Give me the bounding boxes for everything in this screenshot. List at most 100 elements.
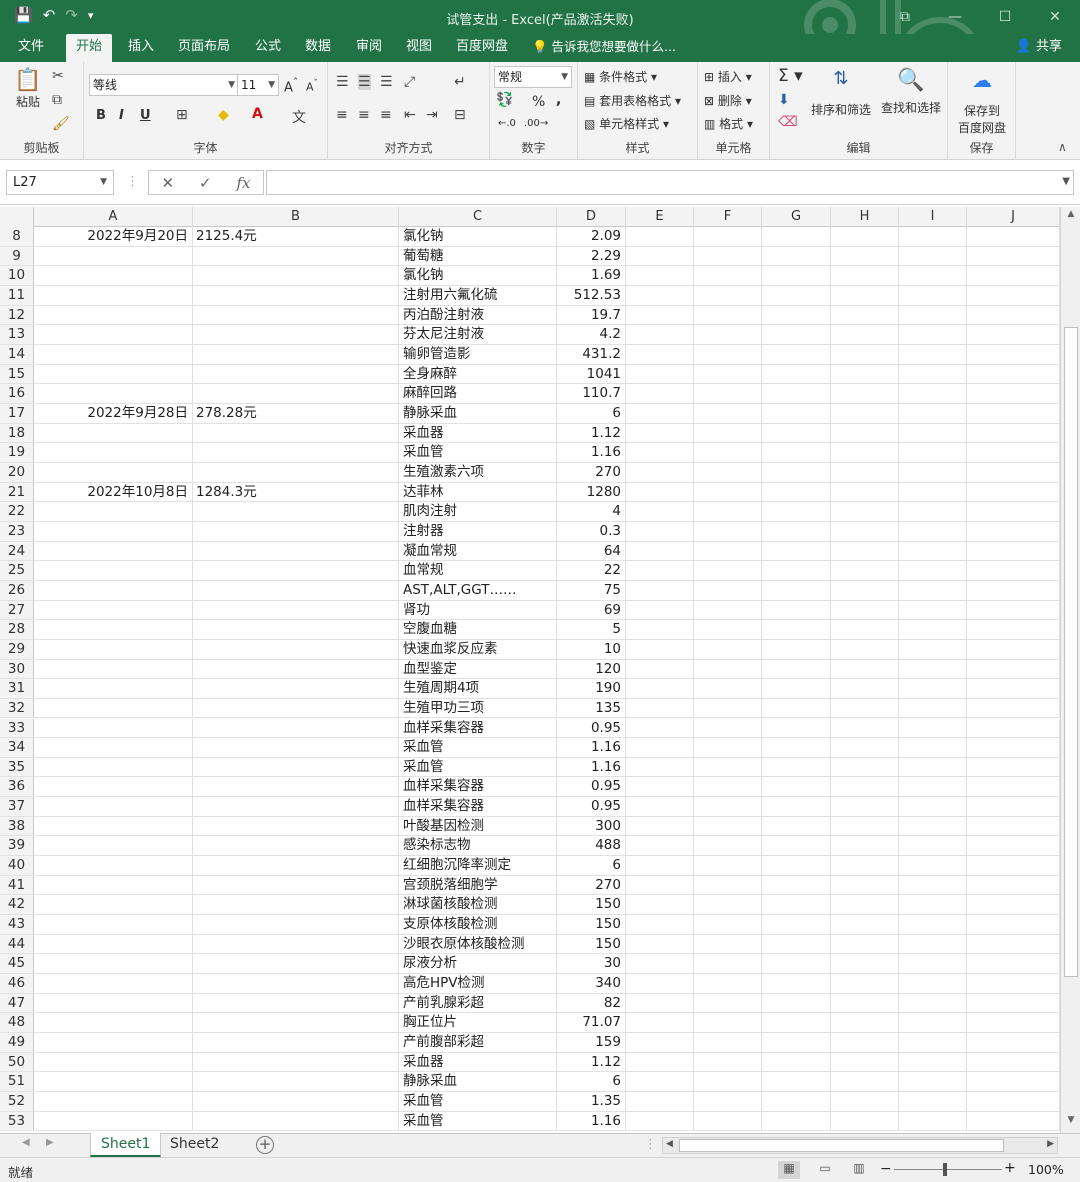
- cell-b[interactable]: [193, 954, 399, 974]
- row-header[interactable]: 53: [0, 1111, 34, 1131]
- zoom-slider-thumb[interactable]: [943, 1163, 947, 1176]
- cell-empty[interactable]: [626, 502, 694, 521]
- cell-empty[interactable]: [899, 915, 967, 934]
- cell-empty[interactable]: [899, 580, 967, 600]
- cell-empty[interactable]: [626, 757, 694, 777]
- scroll-down-icon[interactable]: ▼: [1061, 1115, 1080, 1131]
- cell-empty[interactable]: [762, 974, 831, 993]
- cell-empty[interactable]: [831, 1052, 899, 1072]
- cell-empty[interactable]: [626, 1033, 694, 1052]
- cell-empty[interactable]: [626, 856, 694, 875]
- cell-empty[interactable]: [626, 738, 694, 757]
- cell-a[interactable]: [34, 344, 193, 364]
- cell-empty[interactable]: [694, 934, 762, 954]
- column-header-c[interactable]: C: [399, 207, 557, 227]
- cell-empty[interactable]: [762, 285, 831, 305]
- cell-d[interactable]: 150: [557, 934, 626, 954]
- cell-b[interactable]: [193, 1033, 399, 1052]
- cell-empty[interactable]: [694, 1111, 762, 1131]
- number-format-select[interactable]: 常规 ▼: [494, 66, 572, 88]
- cell-c[interactable]: 生殖甲功三项: [399, 698, 557, 718]
- cell-c[interactable]: 葡萄糖: [399, 246, 557, 266]
- column-header-a[interactable]: A: [34, 207, 193, 227]
- tab-review[interactable]: 审阅: [346, 34, 392, 62]
- cell-b[interactable]: [193, 620, 399, 639]
- cell-d[interactable]: 340: [557, 974, 626, 993]
- ribbon-display-icon[interactable]: ⧉: [880, 0, 930, 34]
- cell-d[interactable]: 0.95: [557, 718, 626, 738]
- cell-d[interactable]: 30: [557, 954, 626, 974]
- cell-d[interactable]: 69: [557, 600, 626, 620]
- cell-c[interactable]: 血样采集容器: [399, 777, 557, 797]
- row-header[interactable]: 14: [0, 344, 34, 364]
- cell-empty[interactable]: [899, 718, 967, 738]
- cell-empty[interactable]: [967, 580, 1060, 600]
- cell-empty[interactable]: [762, 1052, 831, 1072]
- scroll-up-icon[interactable]: ▲: [1061, 209, 1080, 225]
- cell-c[interactable]: 注射器: [399, 521, 557, 541]
- cell-empty[interactable]: [694, 1033, 762, 1052]
- cell-empty[interactable]: [899, 777, 967, 797]
- cell-a[interactable]: [34, 757, 193, 777]
- cell-empty[interactable]: [762, 639, 831, 659]
- cell-b[interactable]: [193, 934, 399, 954]
- cell-empty[interactable]: [967, 561, 1060, 580]
- cell-c[interactable]: 叶酸基因检测: [399, 816, 557, 836]
- cell-b[interactable]: [193, 580, 399, 600]
- increase-decimal-icon[interactable]: ←.0: [498, 118, 516, 129]
- cell-c[interactable]: 宫颈脱落细胞学: [399, 875, 557, 895]
- cell-empty[interactable]: [967, 502, 1060, 521]
- column-header-d[interactable]: D: [557, 207, 626, 227]
- cell-b[interactable]: [193, 246, 399, 266]
- cell-empty[interactable]: [831, 285, 899, 305]
- row-header[interactable]: 50: [0, 1052, 34, 1072]
- cell-b[interactable]: 1284.3元: [193, 482, 399, 502]
- cell-c[interactable]: 注射用六氟化硫: [399, 285, 557, 305]
- font-color-icon[interactable]: A: [252, 106, 263, 122]
- align-top-icon[interactable]: ☰: [336, 74, 349, 90]
- cell-a[interactable]: [34, 797, 193, 816]
- cell-empty[interactable]: [831, 305, 899, 325]
- save-to-baidu-button[interactable]: ☁ 保存到 百度网盘: [954, 68, 1010, 136]
- cell-empty[interactable]: [694, 816, 762, 836]
- zoom-in-button[interactable]: +: [1004, 1160, 1016, 1176]
- copy-icon[interactable]: ⧉: [52, 92, 62, 108]
- cell-empty[interactable]: [626, 600, 694, 620]
- cell-empty[interactable]: [626, 679, 694, 698]
- cell-empty[interactable]: [694, 738, 762, 757]
- cell-empty[interactable]: [694, 659, 762, 679]
- cell-empty[interactable]: [762, 777, 831, 797]
- cell-empty[interactable]: [967, 482, 1060, 502]
- cell-empty[interactable]: [967, 698, 1060, 718]
- cell-empty[interactable]: [899, 1013, 967, 1033]
- row-header[interactable]: 23: [0, 521, 34, 541]
- prev-sheet-icon[interactable]: ◀: [22, 1137, 30, 1148]
- row-header[interactable]: 17: [0, 403, 34, 423]
- cell-empty[interactable]: [762, 423, 831, 443]
- cell-empty[interactable]: [626, 344, 694, 364]
- cell-empty[interactable]: [899, 856, 967, 875]
- cell-a[interactable]: [34, 915, 193, 934]
- cell-empty[interactable]: [626, 305, 694, 325]
- cell-empty[interactable]: [831, 974, 899, 993]
- row-header[interactable]: 52: [0, 1092, 34, 1111]
- delete-cells-button[interactable]: ⊠ 删除 ▾: [704, 92, 752, 109]
- cell-empty[interactable]: [762, 541, 831, 561]
- cell-b[interactable]: [193, 895, 399, 915]
- cell-b[interactable]: [193, 974, 399, 993]
- cell-empty[interactable]: [626, 639, 694, 659]
- row-header[interactable]: 37: [0, 797, 34, 816]
- cell-empty[interactable]: [831, 816, 899, 836]
- cell-empty[interactable]: [831, 1111, 899, 1131]
- cell-empty[interactable]: [626, 974, 694, 993]
- cell-empty[interactable]: [762, 1092, 831, 1111]
- cell-empty[interactable]: [967, 954, 1060, 974]
- cell-empty[interactable]: [762, 305, 831, 325]
- cut-icon[interactable]: ✂: [52, 68, 64, 84]
- cell-a[interactable]: [34, 934, 193, 954]
- cell-c[interactable]: 血样采集容器: [399, 718, 557, 738]
- cell-empty[interactable]: [831, 679, 899, 698]
- cell-c[interactable]: 静脉采血: [399, 1072, 557, 1092]
- cell-d[interactable]: 6: [557, 856, 626, 875]
- fill-icon[interactable]: ⬇: [778, 92, 790, 108]
